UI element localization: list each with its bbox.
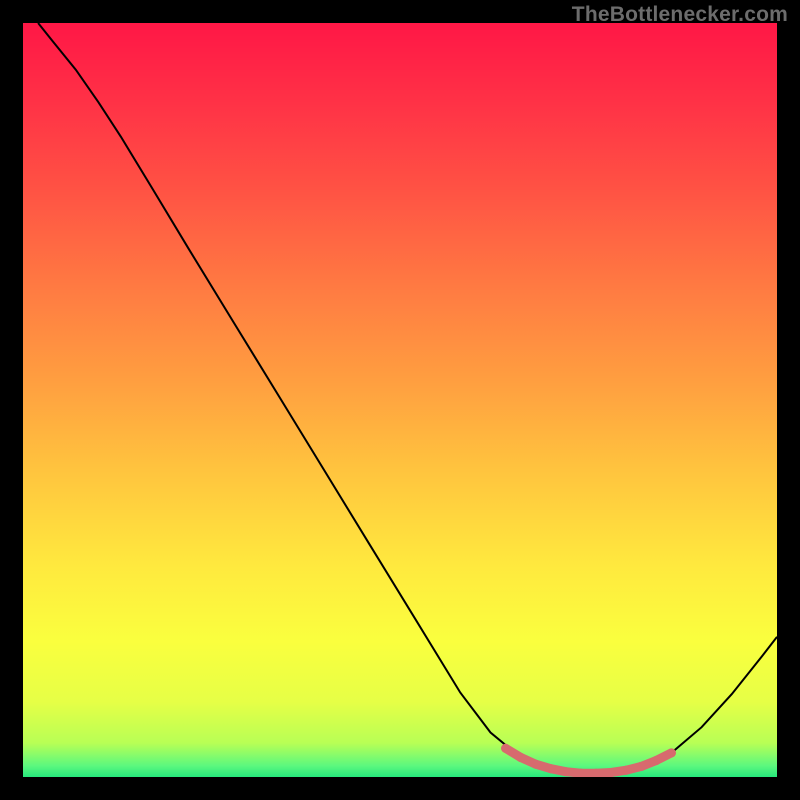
optimal-zone-marker bbox=[501, 744, 676, 777]
chart-svg bbox=[23, 23, 777, 777]
bottleneck-curve bbox=[38, 23, 777, 773]
plot-area bbox=[23, 23, 777, 777]
chart-frame: TheBottlenecker.com bbox=[0, 0, 800, 800]
attribution-text: TheBottlenecker.com bbox=[572, 3, 788, 27]
